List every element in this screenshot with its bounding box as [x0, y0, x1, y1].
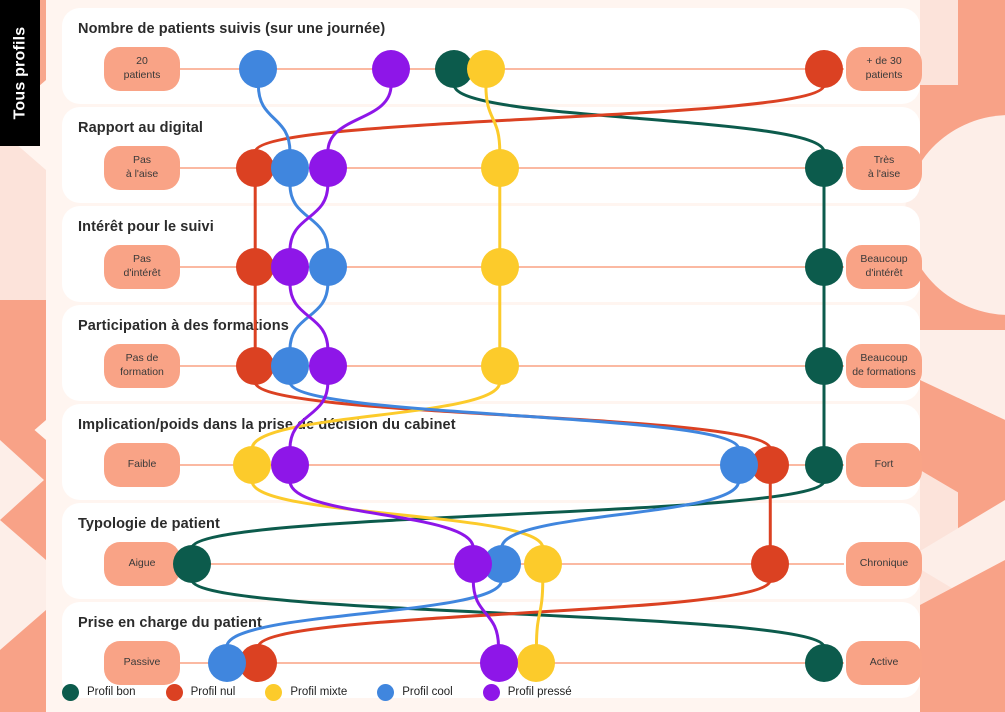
legend: Profil bon Profil nul Profil mixte Profil c…: [62, 678, 602, 706]
series-node[interactable]: [751, 545, 790, 583]
series-node[interactable]: [805, 644, 843, 682]
series-node[interactable]: [479, 644, 518, 682]
series-node[interactable]: [480, 248, 519, 286]
legend-label: Profil bon: [87, 686, 136, 698]
legend-item[interactable]: Profil bon: [62, 683, 136, 701]
legend-color-dot: [482, 683, 500, 701]
series-node[interactable]: [308, 248, 347, 286]
legend-label: Profil mixte: [290, 686, 348, 698]
legend-item[interactable]: Profil nul: [165, 683, 236, 701]
series-node[interactable]: [207, 644, 246, 682]
series-node[interactable]: [270, 248, 309, 286]
series-node[interactable]: [270, 347, 309, 385]
nodes-layer: [0, 0, 1005, 712]
series-node[interactable]: [523, 545, 562, 583]
series-node[interactable]: [239, 50, 278, 88]
legend-color-dot: [377, 683, 395, 701]
series-node[interactable]: [236, 149, 275, 187]
series-node[interactable]: [372, 50, 411, 88]
sidebar-tab-tous-profils[interactable]: Tous profils: [0, 0, 40, 146]
series-node[interactable]: [805, 248, 843, 286]
sidebar-tab-label: Tous profils: [11, 26, 28, 120]
series-node[interactable]: [236, 248, 275, 286]
series-node[interactable]: [270, 446, 309, 484]
series-node[interactable]: [308, 149, 347, 187]
legend-item[interactable]: Profil cool: [377, 683, 453, 701]
series-node[interactable]: [805, 347, 843, 385]
legend-item[interactable]: Profil mixte: [265, 683, 348, 701]
series-node[interactable]: [805, 446, 843, 484]
series-node[interactable]: [270, 149, 309, 187]
chart-stage: Nombre de patients suivis (sur une journ…: [0, 0, 1005, 712]
series-node[interactable]: [719, 446, 758, 484]
series-node[interactable]: [308, 347, 347, 385]
series-node[interactable]: [480, 347, 519, 385]
series-node[interactable]: [233, 446, 272, 484]
legend-color-dot: [265, 683, 283, 701]
series-node[interactable]: [805, 50, 843, 88]
series-node[interactable]: [236, 347, 275, 385]
legend-label: Profil pressé: [507, 686, 572, 698]
legend-color-dot: [165, 683, 183, 701]
series-node[interactable]: [173, 545, 211, 583]
series-node[interactable]: [466, 50, 505, 88]
series-node[interactable]: [517, 644, 556, 682]
legend-label: Profil cool: [402, 686, 453, 698]
legend-label: Profil nul: [190, 686, 236, 698]
series-node[interactable]: [805, 149, 843, 187]
series-node[interactable]: [454, 545, 493, 583]
legend-item[interactable]: Profil pressé: [482, 683, 572, 701]
series-node[interactable]: [480, 149, 519, 187]
legend-color-dot: [62, 683, 79, 701]
